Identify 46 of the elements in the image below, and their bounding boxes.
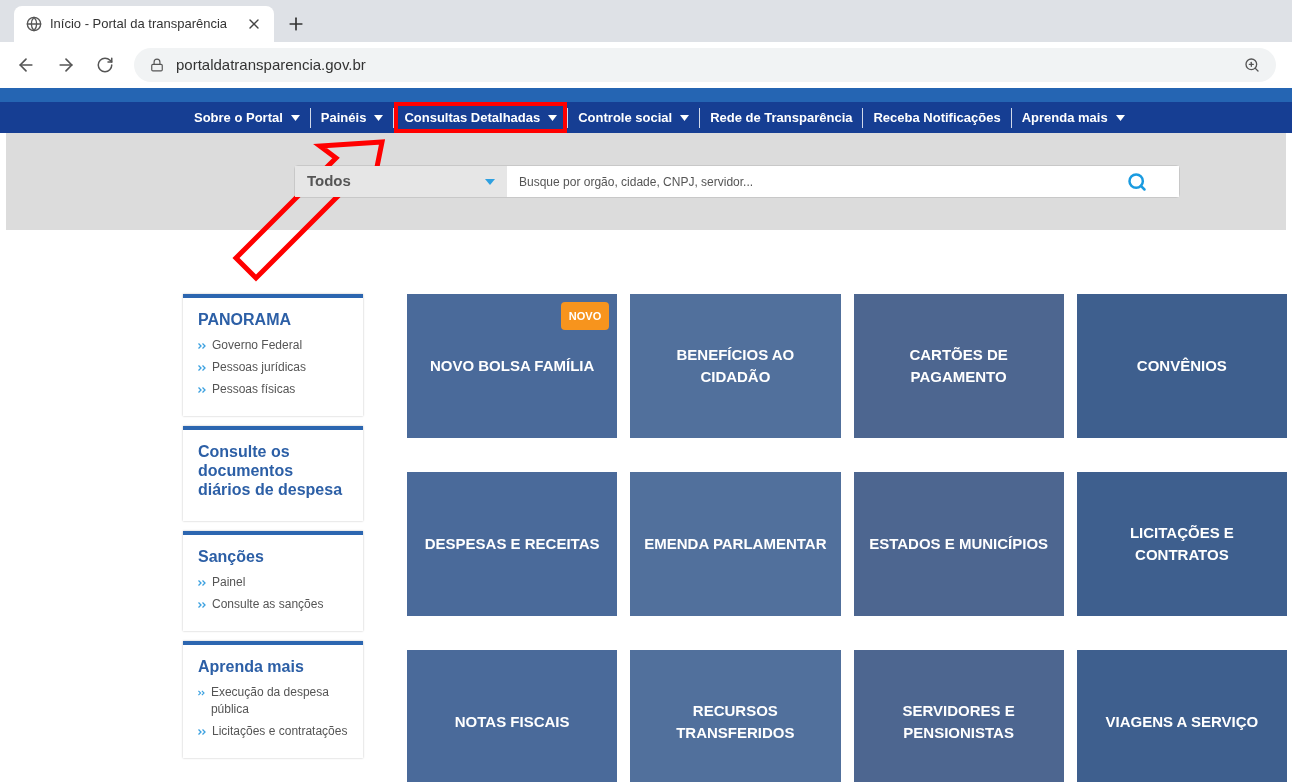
nav-menu-item[interactable]: Rede de Transparência [700, 102, 863, 133]
address-bar[interactable]: portaldatransparencia.gov.br [134, 48, 1276, 82]
zoom-icon[interactable] [1244, 57, 1260, 73]
category-tile[interactable]: NOTAS FISCAIS [407, 650, 618, 782]
chevron-icon [198, 387, 206, 393]
category-tile[interactable]: VIAGENS A SERVIÇO [1076, 650, 1287, 782]
reload-icon[interactable] [96, 56, 114, 74]
nav-menu-item[interactable]: Painéis [310, 102, 394, 133]
card-title[interactable]: Aprenda mais [198, 657, 348, 676]
sidebar-link[interactable]: Painel [212, 574, 246, 591]
url-text: portaldatransparencia.gov.br [176, 54, 367, 75]
sidebar-link[interactable]: Governo Federal [212, 337, 303, 354]
category-tile[interactable]: RECURSOS TRANSFERIDOS [630, 650, 841, 782]
category-tile[interactable]: EMENDA PARLAMENTAR [630, 472, 841, 616]
chevron-icon [198, 690, 205, 696]
globe-icon [26, 16, 42, 32]
card-title[interactable]: Sanções [198, 547, 348, 566]
chevron-icon [198, 602, 206, 608]
sidebar-link[interactable]: Pessoas jurídicas [212, 359, 307, 376]
browser-tab[interactable]: Início - Portal da transparência [14, 6, 274, 42]
category-tile[interactable]: SERVIDORES E PENSIONISTAS [853, 650, 1064, 782]
sidebar-link[interactable]: Consulte as sanções [212, 596, 324, 613]
sidebar-link[interactable]: Licitações e contratações [212, 723, 348, 740]
nav-menu-item[interactable]: Aprenda mais [1011, 102, 1135, 133]
category-tile[interactable]: LICITAÇÕES E CONTRATOS [1076, 472, 1287, 616]
lock-icon [150, 58, 164, 72]
category-tile[interactable]: CARTÕES DE PAGAMENTO [853, 294, 1064, 438]
tab-title: Início - Portal da transparência [50, 15, 229, 34]
category-tile[interactable]: CONVÊNIOS [1076, 294, 1287, 438]
sidebar-link[interactable]: Execução da despesa pública [210, 684, 348, 718]
sidebar-link[interactable]: Pessoas físicas [212, 381, 296, 398]
nav-menu-item[interactable]: Consultas Detalhadas [394, 102, 568, 133]
category-tile[interactable]: NOVO NOVO BOLSA FAMÍLIA [407, 294, 618, 438]
chevron-icon [198, 365, 206, 371]
nav-menu-item[interactable]: Receba Notificações [863, 102, 1011, 133]
category-tile[interactable]: ESTADOS E MUNICÍPIOS [853, 472, 1064, 616]
category-tile[interactable]: DESPESAS E RECEITAS [407, 472, 618, 616]
chevron-icon [198, 343, 206, 349]
new-badge: NOVO [560, 302, 610, 330]
chevron-icon [198, 729, 206, 735]
nav-menu-item[interactable]: Controle social [568, 102, 700, 133]
category-tile[interactable]: BENEFÍCIOS AO CIDADÃO [630, 294, 841, 438]
nav-menu-item[interactable]: Sobre o Portal [184, 102, 310, 133]
card-title[interactable]: Consulte os documentos diários de despesa [198, 442, 348, 499]
chevron-icon [198, 580, 206, 586]
card-title[interactable]: PANORAMA [198, 310, 348, 329]
